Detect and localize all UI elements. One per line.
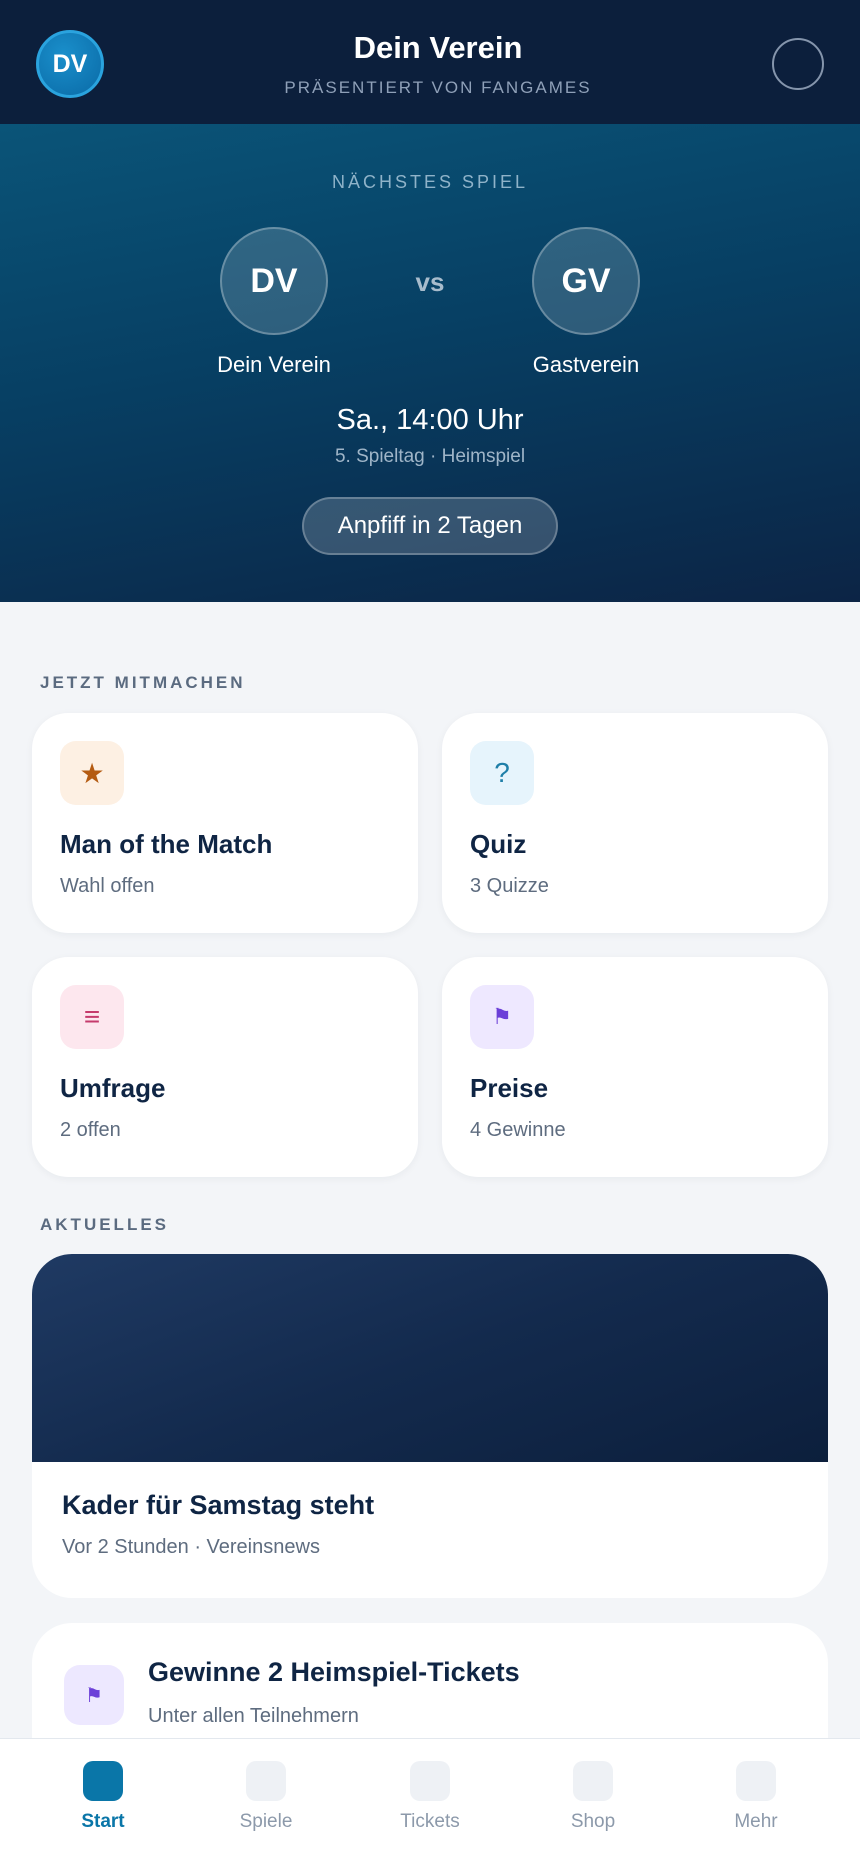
nav-label: Start bbox=[81, 1811, 125, 1832]
app-header: DV Dein Verein PRÄSENTIERT VON FANGAMES bbox=[0, 0, 860, 124]
shop-icon bbox=[573, 1761, 613, 1801]
versus-label: vs bbox=[415, 267, 445, 297]
card-title: Umfrage bbox=[60, 1073, 166, 1103]
nav-label: Mehr bbox=[734, 1811, 778, 1832]
profile-avatar-button[interactable] bbox=[772, 38, 824, 90]
promo-subtitle: Unter allen Teilnehmern bbox=[148, 1705, 359, 1727]
card-subtitle: Wahl offen bbox=[60, 875, 155, 897]
bottom-navigation: Start Spiele Tickets Shop Mehr bbox=[0, 1738, 860, 1864]
question-icon: ? bbox=[470, 741, 534, 805]
promo-title: Gewinne 2 Heimspiel-Tickets bbox=[148, 1657, 520, 1687]
nav-item-start[interactable]: Start bbox=[43, 1761, 163, 1833]
news-card[interactable]: Kader für Samstag steht Vor 2 Stunden · … bbox=[32, 1254, 828, 1598]
news-image bbox=[32, 1254, 828, 1462]
nav-label: Shop bbox=[570, 1811, 616, 1832]
card-prizes[interactable]: ⚑ Preise 4 Gewinne bbox=[442, 957, 828, 1177]
home-team-crest: DV bbox=[220, 227, 328, 335]
nav-item-spiele[interactable]: Spiele bbox=[206, 1761, 326, 1833]
card-title: Quiz bbox=[470, 829, 527, 859]
nav-item-mehr[interactable]: Mehr bbox=[696, 1761, 816, 1833]
participate-section-label: JETZT MITMACHEN bbox=[40, 673, 246, 692]
card-title: Man of the Match bbox=[60, 829, 273, 859]
card-subtitle: 2 offen bbox=[60, 1119, 121, 1141]
home-team-name: Dein Verein bbox=[217, 352, 331, 377]
kickoff-time: Sa., 14:00 Uhr bbox=[336, 404, 524, 436]
flag-icon: ⚑ bbox=[64, 1665, 124, 1725]
news-section-label: AKTUELLES bbox=[40, 1215, 169, 1234]
news-title: Kader für Samstag steht bbox=[62, 1490, 375, 1520]
home-icon bbox=[83, 1761, 123, 1801]
match-round: 5. Spieltag · Heimspiel bbox=[334, 446, 526, 467]
nav-label: Spiele bbox=[239, 1811, 293, 1832]
card-poll[interactable]: ≡ Umfrage 2 offen bbox=[32, 957, 418, 1177]
star-icon: ★ bbox=[60, 741, 124, 805]
card-man-of-the-match[interactable]: ★ Man of the Match Wahl offen bbox=[32, 713, 418, 933]
nav-item-shop[interactable]: Shop bbox=[533, 1761, 653, 1833]
more-icon bbox=[736, 1761, 776, 1801]
nav-item-tickets[interactable]: Tickets bbox=[370, 1761, 490, 1833]
flag-icon: ⚑ bbox=[470, 985, 534, 1049]
countdown-button[interactable]: Anpfiff in 2 Tagen bbox=[302, 497, 558, 555]
away-team-crest: GV bbox=[532, 227, 640, 335]
away-team-name: Gastverein bbox=[532, 352, 640, 377]
nav-label: Tickets bbox=[400, 1811, 460, 1832]
games-icon bbox=[246, 1761, 286, 1801]
card-subtitle: 4 Gewinne bbox=[470, 1119, 566, 1141]
ticket-icon bbox=[410, 1761, 450, 1801]
next-match-hero[interactable]: NÄCHSTES SPIEL DV vs GV Dein Verein Gast… bbox=[0, 124, 860, 602]
list-icon: ≡ bbox=[60, 985, 124, 1049]
next-match-label: NÄCHSTES SPIEL bbox=[331, 172, 529, 192]
card-quiz[interactable]: ? Quiz 3 Quizze bbox=[442, 713, 828, 933]
card-title: Preise bbox=[470, 1073, 549, 1103]
news-meta: Vor 2 Stunden · Vereinsnews bbox=[62, 1536, 320, 1558]
card-subtitle: 3 Quizze bbox=[470, 875, 549, 897]
app-subtitle: PRÄSENTIERT VON FANGAMES bbox=[284, 78, 592, 97]
app-title: Dein Verein bbox=[353, 30, 523, 65]
